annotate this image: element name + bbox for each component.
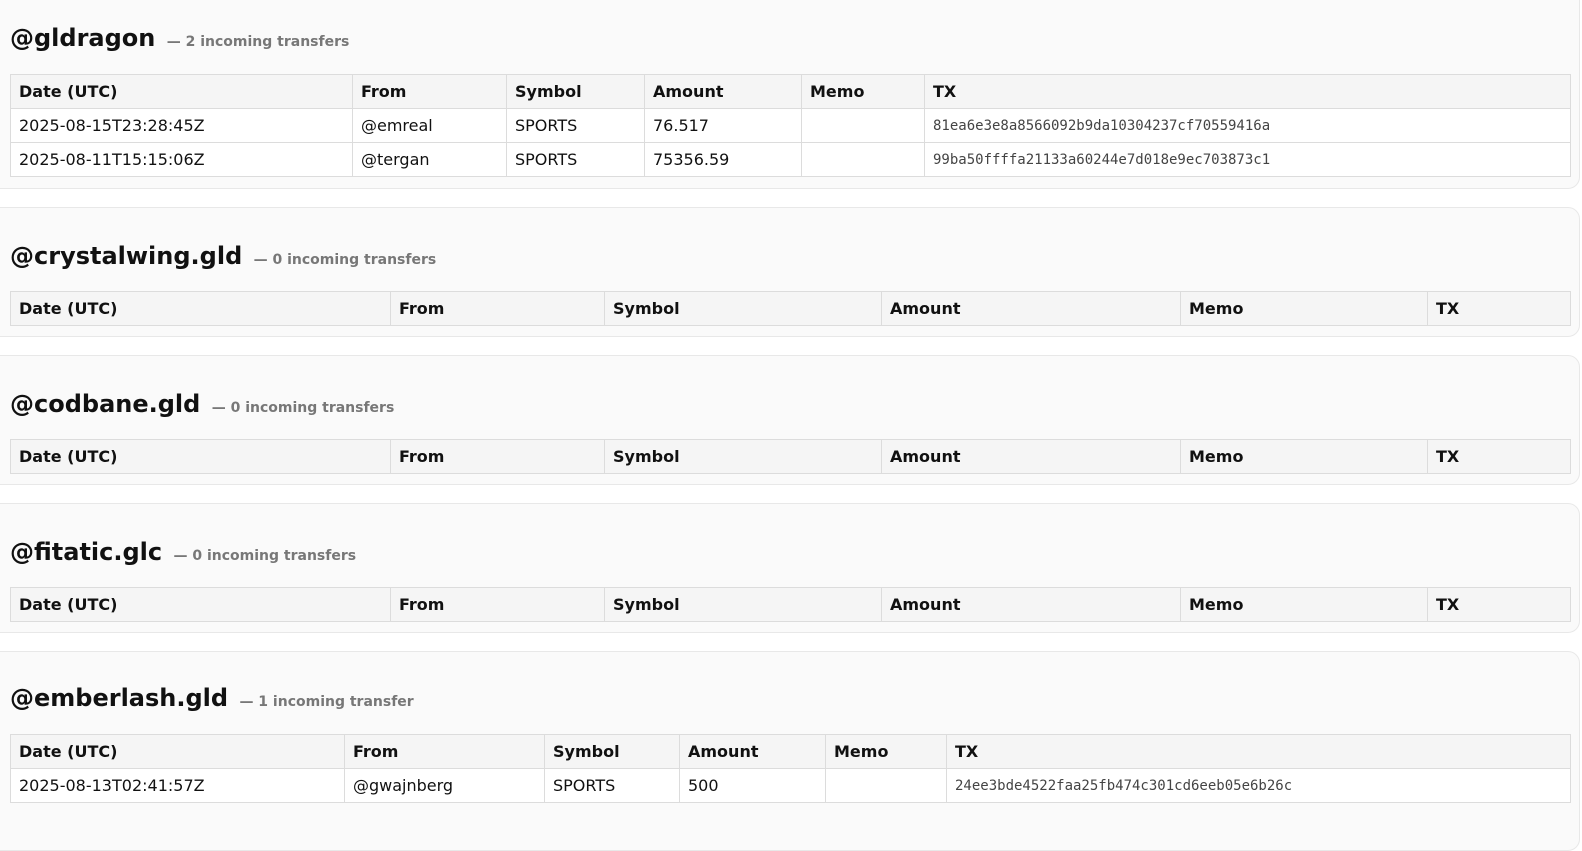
cell-amount: 75356.59 [644, 142, 802, 177]
column-header-date: Date (UTC) [10, 439, 391, 474]
column-header-date: Date (UTC) [10, 734, 345, 769]
transfer-count: — 0 incoming transfers [253, 252, 437, 268]
column-header-symbol: Symbol [544, 734, 680, 769]
transfers-table: Date (UTC) From Symbol Amount Memo TX [10, 587, 1571, 622]
account-name: @codbane.gld [10, 390, 201, 418]
column-header-amount: Amount [881, 587, 1181, 622]
cell-date: 2025-08-15T23:28:45Z [10, 108, 353, 143]
column-header-memo: Memo [801, 74, 925, 109]
column-header-amount: Amount [644, 74, 802, 109]
column-header-symbol: Symbol [604, 291, 882, 326]
table-row: 2025-08-13T02:41:57Z @gwajnberg SPORTS 500 2… [10, 768, 1571, 803]
column-header-amount: Amount [881, 291, 1181, 326]
account-heading: @emberlash.gld — 1 incoming transfer [10, 683, 414, 717]
cell-tx: 81ea6e3e8a8566092b9da10304237cf70559416a [924, 108, 1571, 143]
table-header-row: Date (UTC) From Symbol Amount Memo TX [10, 74, 1571, 109]
table-header-row: Date (UTC) From Symbol Amount Memo TX [10, 439, 1571, 474]
cell-memo [801, 108, 925, 143]
account-heading: @crystalwing.gld — 0 incoming transfers [10, 241, 436, 275]
table-row: 2025-08-15T23:28:45Z @emreal SPORTS 76.517 8… [10, 108, 1571, 143]
column-header-tx: TX [924, 74, 1571, 109]
account-name: @crystalwing.gld [10, 242, 243, 270]
cell-from: @gwajnberg [344, 768, 545, 803]
column-header-tx: TX [1427, 587, 1571, 622]
column-header-date: Date (UTC) [10, 291, 391, 326]
column-header-symbol: Symbol [506, 74, 645, 109]
table-header-row: Date (UTC) From Symbol Amount Memo TX [10, 291, 1571, 326]
transfers-table: Date (UTC) From Symbol Amount Memo TX 2025-08-… [10, 734, 1571, 803]
column-header-from: From [390, 291, 605, 326]
transfer-count: — 2 incoming transfers [166, 34, 350, 50]
cell-amount: 500 [679, 768, 826, 803]
cell-amount: 76.517 [644, 108, 802, 143]
cell-tx: 99ba50ffffa21133a60244e7d018e9ec703873c1 [924, 142, 1571, 177]
column-header-amount: Amount [679, 734, 826, 769]
column-header-tx: TX [946, 734, 1571, 769]
cell-memo [825, 768, 947, 803]
column-header-symbol: Symbol [604, 587, 882, 622]
cell-date: 2025-08-11T15:15:06Z [10, 142, 353, 177]
cell-symbol: SPORTS [506, 108, 645, 143]
column-header-memo: Memo [1180, 291, 1428, 326]
table-row: 2025-08-11T15:15:06Z @tergan SPORTS 75356.5… [10, 142, 1571, 177]
cell-memo [801, 142, 925, 177]
column-header-date: Date (UTC) [10, 74, 353, 109]
account-section: @emberlash.gld — 1 incoming transfer Date… [0, 651, 1580, 851]
transfer-count: — 0 incoming transfers [211, 400, 395, 416]
column-header-tx: TX [1427, 291, 1571, 326]
account-name: @gldragon [10, 24, 156, 52]
account-heading: @fitatic.glc — 0 incoming transfers [10, 537, 356, 571]
account-name: @emberlash.gld [10, 684, 229, 712]
cell-tx: 24ee3bde4522faa25fb474c301cd6eeb05e6b26c [946, 768, 1571, 803]
column-header-amount: Amount [881, 439, 1181, 474]
cell-from: @emreal [352, 108, 507, 143]
table-header-row: Date (UTC) From Symbol Amount Memo TX [10, 587, 1571, 622]
cell-symbol: SPORTS [544, 768, 680, 803]
account-heading: @gldragon — 2 incoming transfers [10, 23, 349, 57]
cell-symbol: SPORTS [506, 142, 645, 177]
column-header-memo: Memo [1180, 439, 1428, 474]
column-header-tx: TX [1427, 439, 1571, 474]
account-section: @codbane.gld — 0 incoming transfers Date … [0, 355, 1580, 485]
column-header-memo: Memo [825, 734, 947, 769]
cell-from: @tergan [352, 142, 507, 177]
account-section: @gldragon — 2 incoming transfers Date (UT… [0, 0, 1580, 189]
column-header-from: From [344, 734, 545, 769]
transfers-table: Date (UTC) From Symbol Amount Memo TX 2025-08-… [10, 74, 1571, 177]
column-header-symbol: Symbol [604, 439, 882, 474]
column-header-from: From [390, 439, 605, 474]
transfer-count: — 1 incoming transfer [239, 694, 414, 710]
account-name: @fitatic.glc [10, 538, 163, 566]
transfers-table: Date (UTC) From Symbol Amount Memo TX [10, 439, 1571, 474]
column-header-date: Date (UTC) [10, 587, 391, 622]
column-header-memo: Memo [1180, 587, 1428, 622]
cell-date: 2025-08-13T02:41:57Z [10, 768, 345, 803]
account-section: @fitatic.glc — 0 incoming transfers Date … [0, 503, 1580, 633]
table-header-row: Date (UTC) From Symbol Amount Memo TX [10, 734, 1571, 769]
transfers-table: Date (UTC) From Symbol Amount Memo TX [10, 291, 1571, 326]
account-section: @crystalwing.gld — 0 incoming transfers D… [0, 207, 1580, 337]
column-header-from: From [390, 587, 605, 622]
transfer-count: — 0 incoming transfers [173, 548, 357, 564]
column-header-from: From [352, 74, 507, 109]
account-heading: @codbane.gld — 0 incoming transfers [10, 389, 394, 423]
